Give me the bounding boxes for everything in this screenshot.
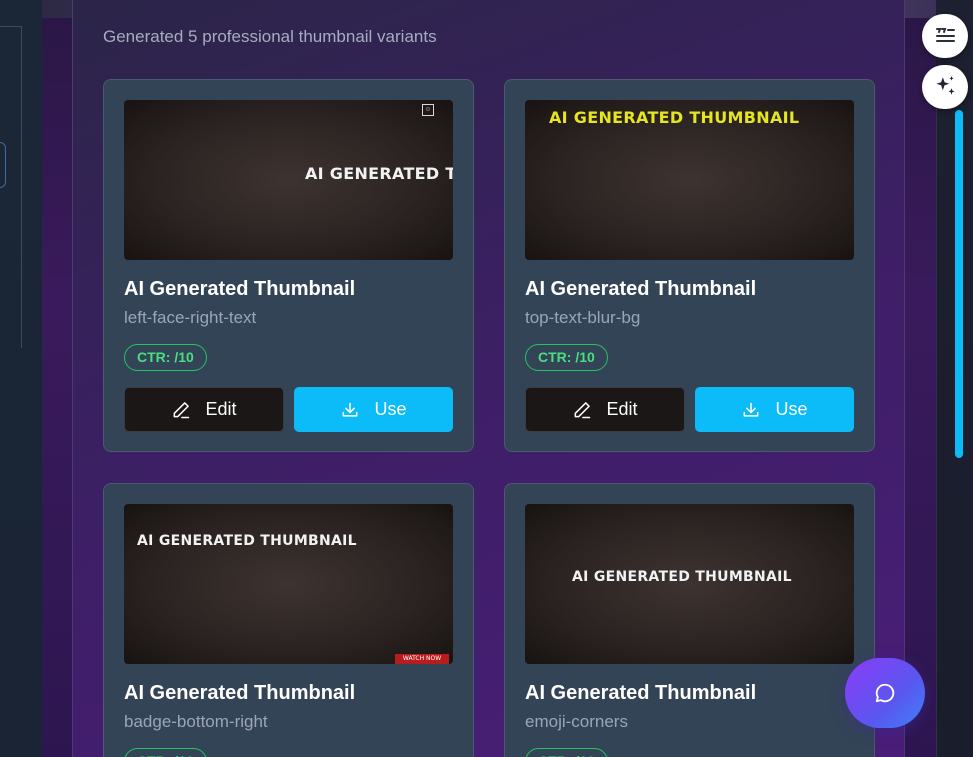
thumbnail-text: AI GENERATED THUMBNAIL <box>305 164 453 183</box>
left-sidebar <box>0 0 42 757</box>
card-variant: badge-bottom-right <box>124 712 268 731</box>
edit-button[interactable]: Edit <box>525 387 685 432</box>
side-quote-button[interactable] <box>922 14 968 58</box>
ctr-badge: CTR: /10 <box>525 344 608 371</box>
thumbnail-text: AI GENERATED THUMBNAIL <box>549 108 800 127</box>
thumbnail-card: AI GENERATED THUMBNAIL AI Generated Thum… <box>504 79 875 452</box>
thumbnail-card: AI GENERATED THUMBNAIL AI Generated Thum… <box>504 483 875 757</box>
watch-now-badge: WATCH NOW <box>395 654 449 664</box>
results-subtitle: Generated 5 professional thumbnail varia… <box>103 27 437 46</box>
use-label: Use <box>775 399 808 419</box>
sidebar-divider <box>21 26 22 348</box>
corner-emoji-icon: ☺ <box>422 104 434 116</box>
side-ai-button[interactable] <box>922 65 968 109</box>
pencil-icon <box>174 401 190 418</box>
ctr-badge: CTR: /10 <box>124 344 207 371</box>
card-title: AI Generated Thumbnail <box>525 278 757 300</box>
sidebar-tab[interactable] <box>0 142 6 188</box>
thumbnail-preview[interactable]: AI GENERATED THUMBNAIL <box>525 100 854 260</box>
edit-label: Edit <box>606 399 638 419</box>
thumbnail-preview[interactable]: AI GENERATED THUMBNAIL WATCH NOW <box>124 504 453 664</box>
download-icon <box>744 402 759 417</box>
thumbnail-preview[interactable]: AI GENERATED THUMBNAIL <box>525 504 854 664</box>
use-button[interactable]: Use <box>695 387 854 432</box>
scrollbar-rail <box>936 100 937 757</box>
download-icon <box>343 402 358 417</box>
card-variant: top-text-blur-bg <box>525 308 641 327</box>
edit-label: Edit <box>205 399 237 419</box>
scrollbar-thumb[interactable] <box>955 110 963 458</box>
card-title: AI Generated Thumbnail <box>525 682 757 704</box>
thumbnail-preview[interactable]: AI GENERATED THUMBNAIL ☺ <box>124 100 453 260</box>
chat-bubble-icon <box>875 683 895 703</box>
edit-button[interactable]: Edit <box>124 387 284 432</box>
card-title: AI Generated Thumbnail <box>124 682 356 704</box>
ctr-badge: CTR: /10 <box>525 748 608 757</box>
thumbnail-card: AI GENERATED THUMBNAIL WATCH NOW AI Gene… <box>103 483 474 757</box>
sparkles-icon <box>936 76 955 95</box>
thumbnail-text: AI GENERATED THUMBNAIL <box>572 569 792 585</box>
quote-list-icon <box>936 28 955 42</box>
pencil-icon <box>575 401 591 418</box>
thumbnail-card: AI GENERATED THUMBNAIL ☺ AI Generated Th… <box>103 79 474 452</box>
card-variant: left-face-right-text <box>124 308 257 327</box>
thumbnail-text: AI GENERATED THUMBNAIL <box>137 533 357 549</box>
ctr-badge: CTR: /10 <box>124 748 207 757</box>
use-label: Use <box>374 399 407 419</box>
card-title: AI Generated Thumbnail <box>124 278 356 300</box>
card-variant: emoji-corners <box>525 712 628 731</box>
chat-button[interactable] <box>845 658 925 728</box>
sidebar-divider-top <box>0 26 21 27</box>
use-button[interactable]: Use <box>294 387 453 432</box>
